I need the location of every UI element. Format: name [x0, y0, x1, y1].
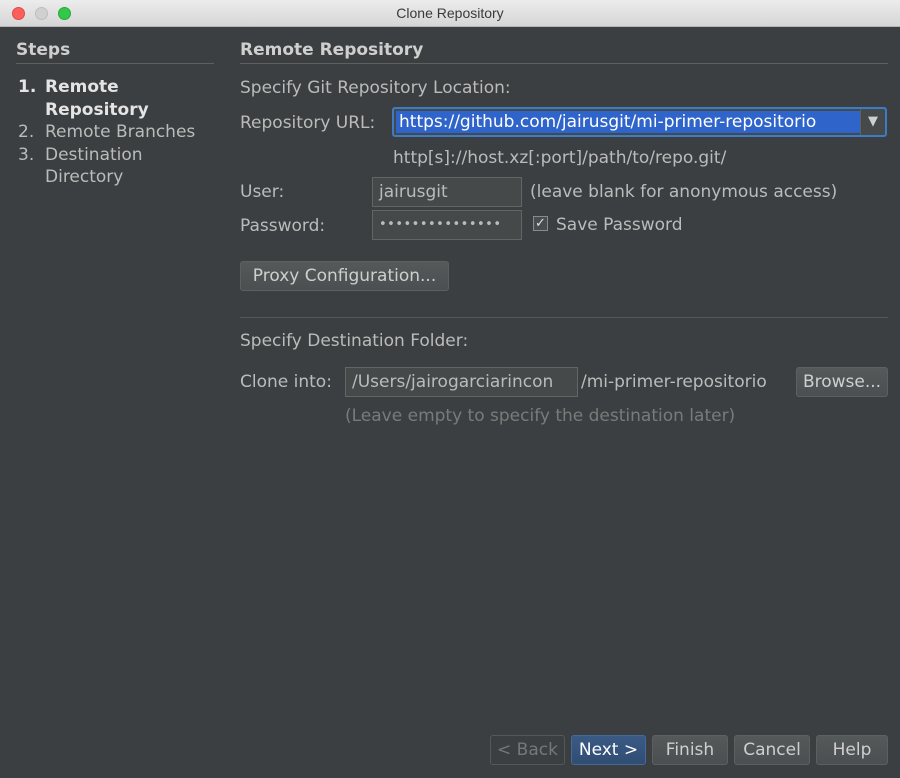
- window-title: Clone Repository: [396, 5, 504, 21]
- password-label: Password:: [240, 216, 326, 236]
- step-label: Remote Repository: [45, 77, 149, 120]
- user-hint: (leave blank for anonymous access): [530, 182, 838, 202]
- cancel-button[interactable]: Cancel: [734, 735, 810, 765]
- clone-into-label: Clone into:: [240, 372, 332, 392]
- step-number: 2.: [18, 122, 35, 142]
- save-password-checkbox[interactable]: ✓: [533, 216, 548, 231]
- user-label: User:: [240, 182, 285, 202]
- step-remote-repository: 1. Remote Repository: [18, 76, 218, 121]
- step-remote-branches: 2. Remote Branches: [18, 121, 218, 144]
- section-divider: [240, 317, 888, 318]
- step-destination-directory: 3. Destination Directory: [18, 144, 218, 189]
- clone-into-suffix: /mi-primer-repositorio: [581, 372, 767, 392]
- location-section-label: Specify Git Repository Location:: [240, 78, 511, 98]
- clone-into-input[interactable]: /Users/jairogarciarincon: [345, 367, 578, 397]
- proxy-configuration-button[interactable]: Proxy Configuration...: [240, 261, 449, 291]
- dropdown-arrow-icon[interactable]: ▼: [860, 109, 885, 135]
- finish-button[interactable]: Finish: [652, 735, 728, 765]
- repository-url-combobox[interactable]: https://github.com/jairusgit/mi-primer-r…: [392, 107, 887, 137]
- next-button[interactable]: Next >: [571, 735, 646, 765]
- help-button[interactable]: Help: [816, 735, 888, 765]
- destination-hint: (Leave empty to specify the destination …: [345, 406, 736, 426]
- steps-list: 1. Remote Repository 2. Remote Branches …: [18, 76, 218, 189]
- step-label: Destination Directory: [45, 144, 143, 188]
- save-password-label: Save Password: [556, 215, 683, 235]
- step-label: Remote Branches: [45, 122, 196, 142]
- password-input[interactable]: •••••••••••••••: [372, 210, 522, 240]
- repository-url-label: Repository URL:: [240, 113, 376, 133]
- step-number: 1.: [18, 77, 37, 97]
- panel-title: Remote Repository: [240, 40, 888, 64]
- user-input[interactable]: jairusgit: [372, 177, 522, 207]
- title-bar: Clone Repository: [0, 0, 900, 27]
- repository-url-input[interactable]: https://github.com/jairusgit/mi-primer-r…: [396, 111, 860, 133]
- destination-section-label: Specify Destination Folder:: [240, 331, 469, 351]
- repository-url-hint: http[s]://host.xz[:port]/path/to/repo.gi…: [393, 148, 727, 168]
- browse-button[interactable]: Browse...: [796, 367, 888, 397]
- steps-header: Steps: [16, 40, 214, 64]
- back-button[interactable]: < Back: [490, 735, 565, 765]
- step-number: 3.: [18, 144, 35, 165]
